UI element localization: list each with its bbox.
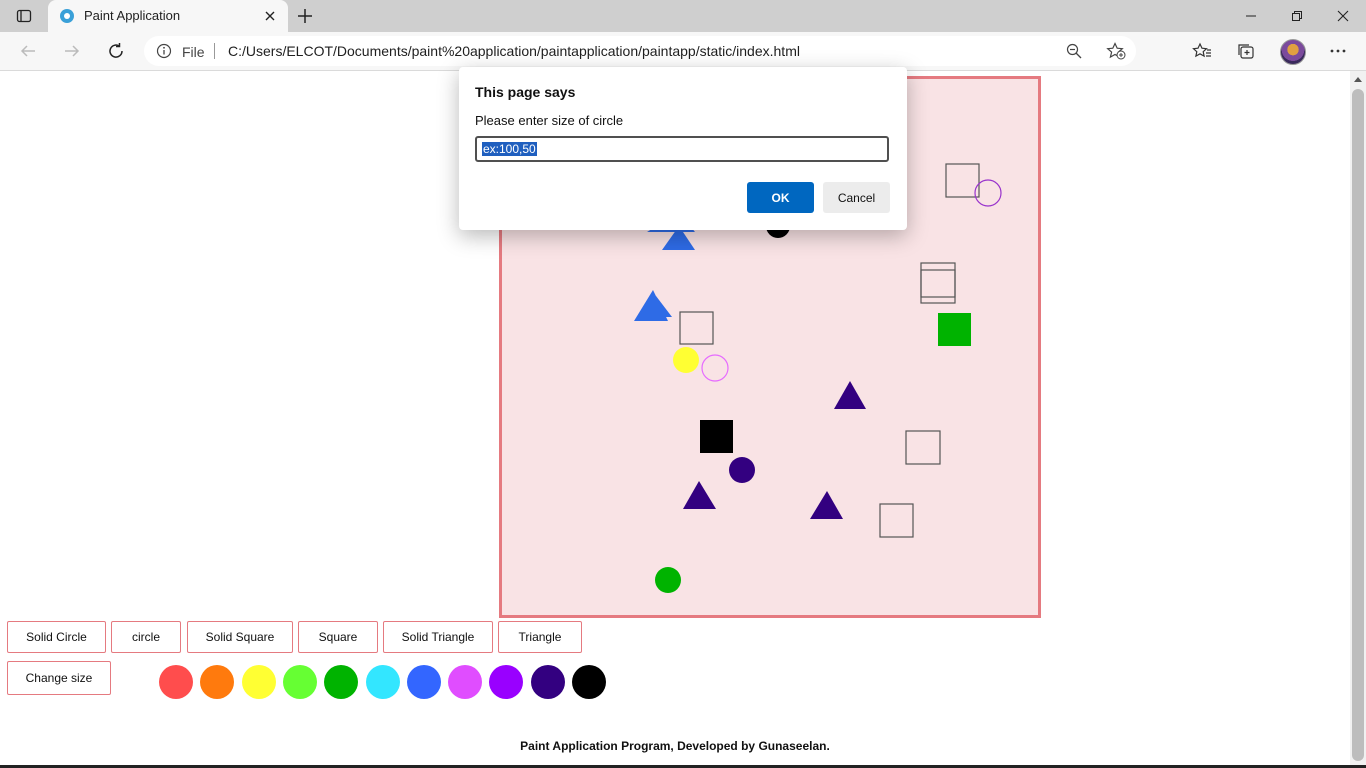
solid-triangle-button[interactable]: Solid Triangle (383, 621, 493, 653)
color-swatch[interactable] (366, 665, 400, 699)
close-tab-icon[interactable] (262, 8, 278, 24)
restore-icon[interactable] (1274, 0, 1320, 32)
dialog-message: Please enter size of circle (475, 113, 624, 128)
close-window-icon[interactable] (1320, 0, 1366, 32)
favorites-icon[interactable] (1189, 38, 1215, 64)
size-input-value: ex:100,50 (482, 142, 537, 156)
solid-square-button[interactable]: Solid Square (187, 621, 293, 653)
address-file-label: File (182, 44, 205, 60)
color-swatch[interactable] (242, 665, 276, 699)
scrollbar-thumb[interactable] (1352, 89, 1364, 761)
ok-button[interactable]: OK (747, 182, 814, 213)
triangle-button[interactable]: Triangle (498, 621, 582, 653)
back-icon[interactable] (14, 37, 42, 65)
tab-actions-icon[interactable] (8, 4, 40, 28)
forward-icon[interactable] (58, 37, 86, 65)
add-favorite-icon[interactable] (1106, 42, 1126, 65)
address-bar[interactable]: File C:/Users/ELCOT/Documents/paint%20ap… (144, 36, 1136, 66)
new-tab-icon[interactable] (292, 4, 318, 28)
color-swatch[interactable] (448, 665, 482, 699)
info-icon[interactable] (156, 43, 172, 59)
prompt-dialog: This page says Please enter size of circ… (459, 67, 907, 230)
address-separator (214, 43, 215, 59)
dialog-title: This page says (475, 84, 576, 100)
square-button[interactable]: Square (298, 621, 378, 653)
address-url[interactable]: C:/Users/ELCOT/Documents/paint%20applica… (228, 43, 800, 59)
solid-circle-button[interactable]: Solid Circle (7, 621, 106, 653)
page-scrollbar[interactable] (1350, 71, 1366, 768)
color-swatch[interactable] (489, 665, 523, 699)
minimize-icon[interactable] (1228, 0, 1274, 32)
refresh-icon[interactable] (102, 37, 130, 65)
collections-icon[interactable] (1233, 38, 1259, 64)
more-icon[interactable] (1325, 38, 1351, 64)
profile-avatar[interactable] (1280, 39, 1306, 65)
color-swatch[interactable] (572, 665, 606, 699)
footer-credit: Paint Application Program, Developed by … (520, 739, 830, 753)
browser-tab-bar: Paint Application (0, 0, 1366, 32)
browser-toolbar: File C:/Users/ELCOT/Documents/paint%20ap… (0, 32, 1366, 71)
circle-button[interactable]: circle (111, 621, 181, 653)
zoom-out-icon[interactable] (1066, 43, 1082, 64)
change-size-button[interactable]: Change size (7, 661, 111, 695)
cancel-button[interactable]: Cancel (823, 182, 890, 213)
size-input[interactable]: ex:100,50 (475, 136, 889, 162)
scroll-up-icon[interactable] (1354, 77, 1362, 82)
color-swatch[interactable] (159, 665, 193, 699)
color-swatch[interactable] (324, 665, 358, 699)
paint-favicon-icon (59, 8, 75, 24)
color-swatch[interactable] (283, 665, 317, 699)
tab-title: Paint Application (84, 8, 181, 23)
color-swatch[interactable] (407, 665, 441, 699)
color-swatch[interactable] (200, 665, 234, 699)
browser-tab[interactable]: Paint Application (48, 0, 288, 32)
color-swatch[interactable] (531, 665, 565, 699)
